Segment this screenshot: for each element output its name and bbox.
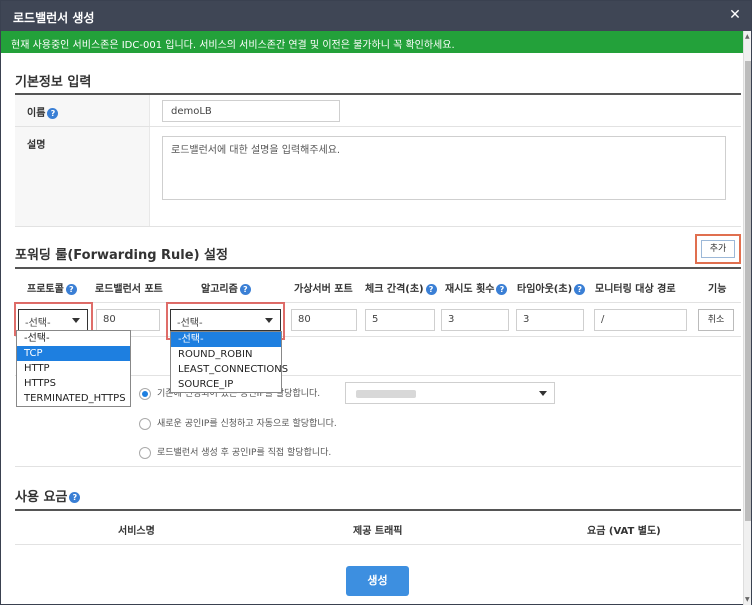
scroll-thumb[interactable] [745,61,751,521]
col-algorithm: 알고리즘? [201,280,251,295]
retry-count-input[interactable]: 3 [441,309,509,331]
col-check-interval-label: 체크 간격(초) [365,284,424,295]
public-ip-option-manual-label: 로드밸런서 생성 후 공인IP를 직접 할당합니다. [157,448,332,458]
dialog-title: 로드밸런서 생성 [13,11,95,25]
chevron-down-icon [539,391,547,396]
col-fee: 요금 (VAT 별도) [587,526,661,537]
description-label-cell: 설명 [15,127,150,226]
help-icon[interactable]: ? [574,283,586,295]
existing-ip-select[interactable] [345,382,555,404]
col-traffic: 제공 트래픽 [353,526,403,537]
public-ip-option-manual[interactable]: 로드밸런서 생성 후 공인IP를 직접 할당합니다. [139,445,331,459]
col-lb-port: 로드밸런서 포트 [95,284,163,295]
timeout-input[interactable]: 3 [516,309,584,331]
protocol-option[interactable]: -선택- [17,331,130,346]
protocol-option[interactable]: TCP [17,346,130,361]
basic-info-form: 이름? 설명 [15,93,741,227]
help-icon[interactable]: ? [65,283,77,295]
protocol-option[interactable]: HTTP [17,361,130,376]
help-icon[interactable]: ? [47,107,59,119]
col-action: 기능 [708,284,727,295]
blurred-ip-value [356,390,416,398]
help-icon[interactable]: ? [69,492,81,503]
add-rule-button[interactable]: 추가 [701,240,735,258]
algorithm-dropdown-list: -선택- ROUND_ROBIN LEAST_CONNECTIONS SOURC… [170,331,288,393]
protocol-option[interactable]: HTTPS [17,376,130,391]
algorithm-option[interactable]: LEAST_CONNECTIONS [171,362,288,377]
algorithm-option[interactable]: SOURCE_IP [171,377,281,392]
forwarding-rule-title-text: 포워딩 룰(Forwarding Rule) 설정 [15,248,228,263]
basic-info-title: 기본정보 입력 [15,75,92,90]
fees-table-header: 서비스명 제공 트래픽 요금 (VAT 별도) [15,509,741,545]
radio-unselected[interactable] [139,417,151,430]
fees-title: 사용 요금? [15,486,81,505]
load-balancer-create-dialog: 로드밸런서 생성 ✕ 현재 사용중인 서비스존은 IDC-001 입니다. 서비… [0,0,752,605]
check-interval-input[interactable]: 5 [365,309,435,331]
col-service-name: 서비스명 [118,526,155,537]
scroll-down-icon[interactable]: ▼ [745,596,750,603]
name-input[interactable] [162,100,340,122]
col-vs-port: 가상서버 포트 [294,284,353,295]
cancel-rule-button[interactable]: 취소 [698,309,734,331]
description-textarea[interactable] [162,136,726,200]
help-icon[interactable]: ? [496,283,508,295]
col-algorithm-label: 알고리즘 [201,284,238,295]
radio-unselected[interactable] [139,446,151,459]
dialog-titlebar: 로드밸런서 생성 ✕ [1,1,751,31]
close-icon[interactable]: ✕ [727,7,743,23]
fees-title-text: 사용 요금 [15,490,68,505]
radio-selected[interactable] [139,387,151,400]
col-protocol: 프로토콜? [27,280,77,295]
col-retry-count: 재시도 횟수? [445,280,508,295]
scroll-up-icon[interactable]: ▲ [745,33,750,40]
col-timeout-label: 타임아웃(초) [517,284,573,295]
monitor-path-input[interactable]: / [594,309,687,331]
col-protocol-label: 프로토콜 [27,284,64,295]
vertical-scrollbar[interactable]: ▲ ▼ [743,31,751,605]
public-ip-option-new-label: 새로운 공인IP를 신청하고 자동으로 할당합니다. [157,419,337,429]
name-row: 이름? [15,95,741,127]
forwarding-rule-title: 포워딩 룰(Forwarding Rule) 설정 [15,244,228,263]
algorithm-option[interactable]: ROUND_ROBIN [171,347,281,362]
col-check-interval: 체크 간격(초)? [365,280,437,295]
description-row: 설명 [15,127,741,227]
add-button-highlight: 추가 [695,234,741,264]
lb-port-input[interactable]: 80 [96,309,160,331]
col-timeout: 타임아웃(초)? [517,280,586,295]
name-label: 이름 [27,108,46,119]
name-label-cell: 이름? [15,95,150,126]
forwarding-rule-header: 프로토콜? 로드밸런서 포트 알고리즘? 가상서버 포트 체크 간격(초)? 재… [15,267,741,303]
vs-port-input[interactable]: 80 [291,309,357,331]
create-button[interactable]: 생성 [346,566,409,596]
description-label: 설명 [27,140,46,151]
protocol-option[interactable]: TERMINATED_HTTPS [17,391,130,406]
algorithm-option[interactable]: -선택- [171,332,281,347]
public-ip-option-new[interactable]: 새로운 공인IP를 신청하고 자동으로 할당합니다. [139,416,337,430]
help-icon[interactable]: ? [425,283,437,295]
protocol-dropdown-list: -선택- TCP HTTP HTTPS TERMINATED_HTTPS [16,330,131,407]
service-zone-notice: 현재 사용중인 서비스존은 IDC-001 입니다. 서비스의 서비스존간 연결… [1,31,743,53]
help-icon[interactable]: ? [239,283,251,295]
col-retry-count-label: 재시도 횟수 [445,284,495,295]
col-monitor-path: 모니터링 대상 경로 [595,284,676,295]
